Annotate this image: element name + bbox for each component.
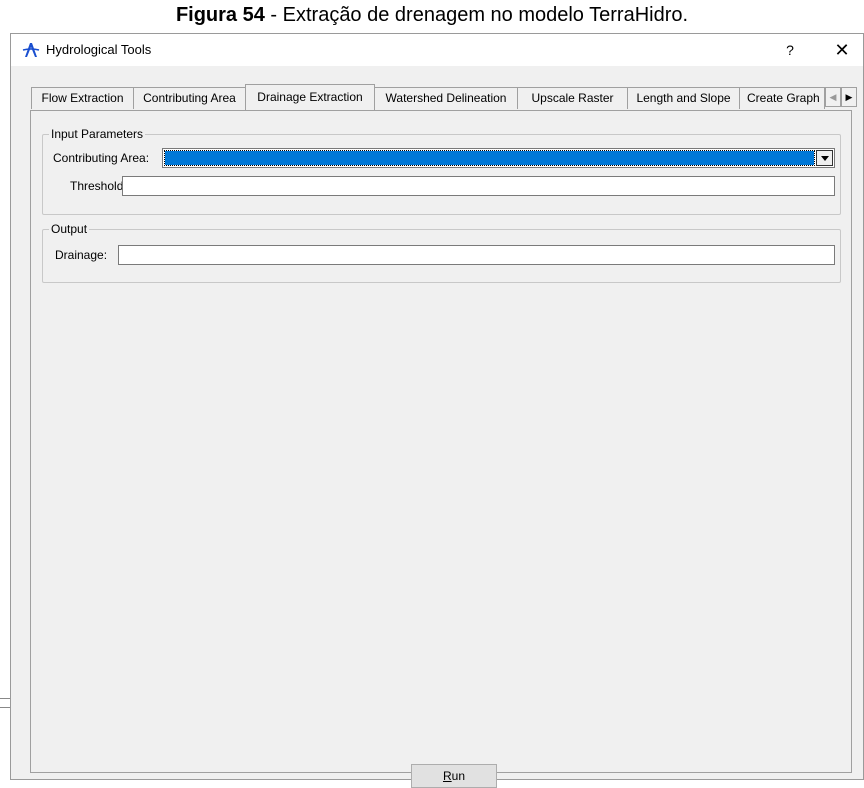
output-group: Output Drainage: [42, 222, 841, 283]
run-button-label-rest: un [451, 769, 466, 783]
chevron-down-icon[interactable] [816, 150, 833, 166]
window-title: Hydrological Tools [46, 42, 152, 57]
figure-caption: Figura 54 - Extração de drenagem no mode… [0, 2, 864, 28]
drainage-extraction-panel: Input Parameters Contributing Area: Thre… [30, 110, 852, 788]
output-title: Output [49, 222, 90, 236]
input-parameters-title: Input Parameters [49, 127, 146, 141]
figure-caption-text: - Extração de drenagem no modelo TerraHi… [264, 4, 689, 26]
figure-label: Figura 54 [175, 4, 265, 26]
hydrological-tools-dialog: Hydrological Tools ? ✕ Flow Extraction C… [10, 33, 864, 788]
drainage-output-input[interactable] [118, 245, 835, 265]
tab-scroll-left-button[interactable]: ◀ [825, 87, 841, 107]
help-button[interactable]: ? [779, 39, 801, 61]
run-button[interactable]: Run [411, 764, 497, 788]
threshold-input[interactable] [122, 176, 835, 196]
input-parameters-group: Input Parameters Contributing Area: Thre… [42, 127, 841, 215]
threshold-label: Threshold: [70, 179, 127, 193]
run-button-mnemonic: R [442, 769, 452, 783]
contributing-area-label: Contributing Area: [53, 151, 150, 165]
tab-contributing-area[interactable]: Contributing Area [133, 87, 246, 109]
tab-watershed-delineation[interactable]: Watershed Delineation [374, 87, 518, 109]
tab-length-and-slope[interactable]: Length and Slope [627, 87, 740, 109]
tab-scroll-right-button[interactable]: ▶ [841, 87, 857, 107]
close-button[interactable]: ✕ [831, 39, 853, 61]
tab-strip: Flow Extraction Contributing Area Draina… [31, 84, 863, 111]
tab-create-graph[interactable]: Create Graph [739, 87, 825, 109]
contributing-area-select[interactable] [162, 148, 835, 168]
title-bar[interactable]: Hydrological Tools ? ✕ [11, 34, 863, 66]
background-window-edge [0, 698, 10, 708]
drainage-label: Drainage: [55, 248, 108, 262]
tab-upscale-raster[interactable]: Upscale Raster [517, 87, 628, 109]
tab-drainage-extraction[interactable]: Drainage Extraction [245, 84, 375, 110]
terrahidro-app-icon [22, 43, 40, 57]
tab-flow-extraction[interactable]: Flow Extraction [31, 87, 134, 109]
contributing-area-selection-highlight [164, 150, 815, 166]
